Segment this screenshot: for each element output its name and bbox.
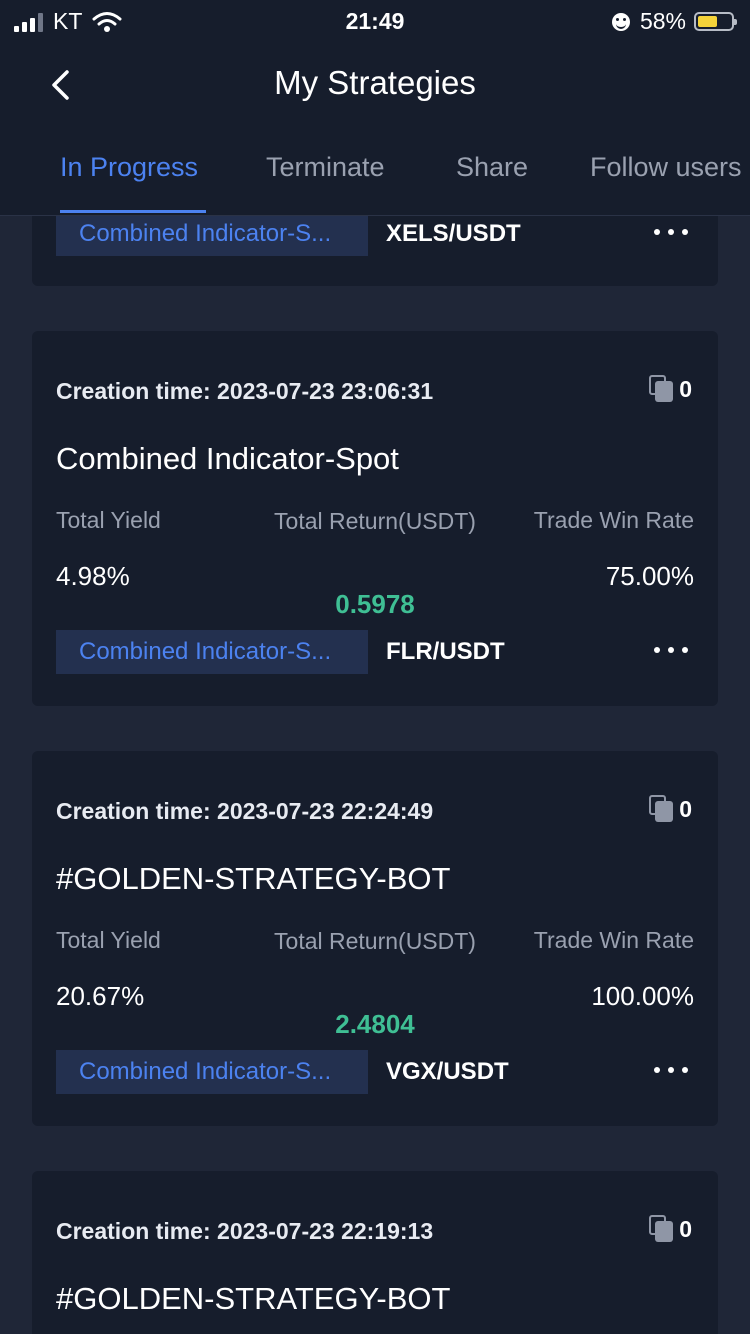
copy-count-value: 0 xyxy=(679,795,692,822)
creation-time: Creation time: 2023-07-23 23:06:31 xyxy=(56,378,433,405)
win-rate-label: Trade Win Rate xyxy=(533,507,694,533)
copy-count[interactable]: 0 xyxy=(649,1215,692,1243)
nav-bar: My Strategies xyxy=(0,42,750,130)
trading-pair: XELS/USDT xyxy=(386,220,521,247)
strategy-type-tag[interactable]: Combined Indicator-S... xyxy=(56,630,368,674)
battery-percent: 58% xyxy=(639,8,686,34)
strategy-card: Creation time: 2023-07-23 22:24:49 0 #GO… xyxy=(32,751,718,1126)
creation-time-label: Creation time: xyxy=(56,798,211,824)
card-tag-row: Combined Indicator-S... VGX/USDT xyxy=(56,1050,696,1094)
creation-time-label: Creation time: xyxy=(56,378,211,404)
copy-icon xyxy=(649,375,675,403)
total-return-label: Total Return(USDT) xyxy=(274,508,476,534)
more-options-button[interactable] xyxy=(654,220,688,244)
tab-bar: In Progress Terminate Share Follow users xyxy=(0,150,750,215)
app-header: KT 21:49 58% My Strategies In Progress T… xyxy=(0,0,750,216)
trading-pair: VGX/USDT xyxy=(386,1058,509,1085)
card-tag-row: Combined Indicator-S... FLR/USDT xyxy=(56,630,696,674)
creation-time-label: Creation time: xyxy=(56,1218,211,1244)
status-right: 58% xyxy=(611,8,737,35)
total-return-label: Total Return(USDT) xyxy=(274,928,476,954)
strategy-name: Combined Indicator-Spot xyxy=(56,441,399,476)
battery-fill xyxy=(698,16,717,27)
face-icon xyxy=(611,12,630,31)
total-yield-label: Total Yield xyxy=(56,507,161,533)
copy-icon xyxy=(649,1215,675,1243)
creation-time: Creation time: 2023-07-23 22:19:13 xyxy=(56,1218,433,1245)
total-yield-value: 20.67% xyxy=(56,981,145,1011)
copy-count[interactable]: 0 xyxy=(649,375,692,403)
copy-count[interactable]: 0 xyxy=(649,795,692,823)
tab-follow-users[interactable]: Follow users xyxy=(590,152,742,183)
creation-time: Creation time: 2023-07-23 22:24:49 xyxy=(56,798,433,825)
win-rate-value: 100.00% xyxy=(591,981,694,1011)
creation-time-value: 2023-07-23 22:24:49 xyxy=(217,798,434,824)
strategy-type-tag[interactable]: Combined Indicator-S... xyxy=(56,1050,368,1094)
copy-count-value: 0 xyxy=(679,375,692,402)
tab-terminate[interactable]: Terminate xyxy=(266,152,385,183)
tab-share[interactable]: Share xyxy=(456,152,528,183)
creation-time-value: 2023-07-23 23:06:31 xyxy=(217,378,434,404)
win-rate-label: Trade Win Rate xyxy=(533,927,694,953)
total-return-value: 0.5978 xyxy=(335,589,415,619)
total-yield-value: 4.98% xyxy=(56,561,130,591)
win-rate-value: 75.00% xyxy=(605,561,694,591)
strategy-card: Combined Indicator-S... XELS/USDT xyxy=(32,216,718,286)
total-yield-label: Total Yield xyxy=(56,927,161,953)
more-options-button[interactable] xyxy=(654,638,688,662)
tab-in-progress[interactable]: In Progress xyxy=(60,152,198,183)
trading-pair: FLR/USDT xyxy=(386,638,505,665)
card-tag-row: Combined Indicator-S... XELS/USDT xyxy=(56,216,696,256)
status-bar: KT 21:49 58% xyxy=(0,0,750,42)
copy-count-value: 0 xyxy=(679,1215,692,1242)
creation-time-value: 2023-07-23 22:19:13 xyxy=(217,1218,434,1244)
copy-icon xyxy=(649,795,675,823)
page-title: My Strategies xyxy=(274,64,476,101)
strategy-card: Creation time: 2023-07-23 22:19:13 0 #GO… xyxy=(32,1171,718,1334)
strategy-name: #GOLDEN-STRATEGY-BOT xyxy=(56,1281,451,1316)
strategy-list[interactable]: Combined Indicator-S... XELS/USDT Creati… xyxy=(0,216,750,1334)
more-options-button[interactable] xyxy=(654,1058,688,1082)
battery-icon xyxy=(694,12,737,31)
total-return-value: 2.4804 xyxy=(335,1009,415,1039)
strategy-type-tag[interactable]: Combined Indicator-S... xyxy=(56,216,368,256)
active-tab-indicator xyxy=(60,210,206,213)
strategy-card: Creation time: 2023-07-23 23:06:31 0 Com… xyxy=(32,331,718,706)
strategy-name: #GOLDEN-STRATEGY-BOT xyxy=(56,861,451,896)
